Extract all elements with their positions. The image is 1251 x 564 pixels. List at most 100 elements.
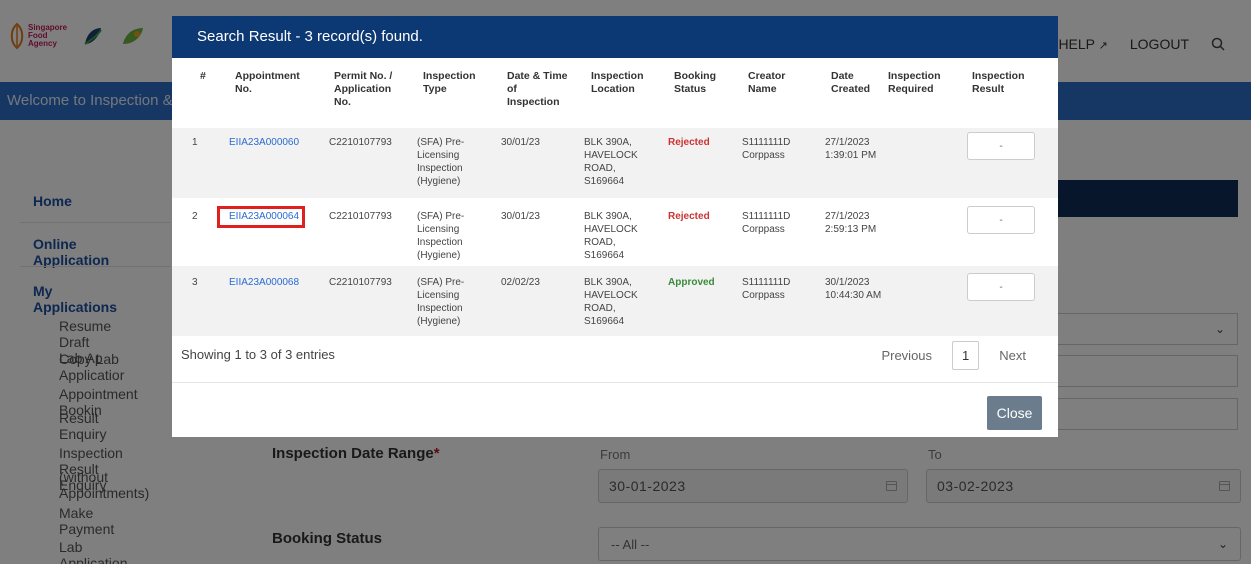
type-line: Inspection: [417, 237, 463, 248]
column-header-inspection-result[interactable]: Inspection Result: [972, 70, 1025, 96]
row-number: 3: [192, 277, 198, 288]
row-number: 2: [192, 211, 198, 222]
creator-line: Corppass: [742, 224, 785, 235]
creator-line: S1111111D: [742, 277, 791, 288]
creator-line: Corppass: [742, 150, 785, 161]
status-badge: Rejected: [668, 137, 710, 148]
previous-page-button[interactable]: Previous: [871, 341, 942, 370]
column-header-creator-name[interactable]: Creator Name: [748, 70, 785, 96]
header-line: Status: [674, 83, 707, 95]
header-line: Booking: [674, 70, 716, 82]
creator-name: S1111111D Corppass: [742, 276, 790, 302]
inspection-date: 02/02/23: [501, 277, 540, 288]
column-header-number: #: [200, 70, 206, 83]
modal-divider: [172, 382, 1058, 383]
appointment-link[interactable]: EIIA23A000068: [229, 276, 299, 289]
header-line: Inspection: [972, 70, 1025, 82]
creator-line: Corppass: [742, 290, 785, 301]
close-button[interactable]: Close: [987, 396, 1042, 430]
header-line: Appointment: [235, 70, 300, 82]
inspection-location: BLK 390A, HAVELOCK ROAD, S169664: [584, 136, 638, 188]
appointment-link[interactable]: EIIA23A000060: [229, 136, 299, 149]
row-number: 1: [192, 137, 198, 148]
header-line: Permit No. /: [334, 70, 393, 82]
header-line: Creator: [748, 70, 786, 82]
column-header-inspection-required[interactable]: Inspection Required: [888, 70, 941, 96]
type-line: Licensing: [417, 150, 460, 161]
column-header-inspection-type[interactable]: Inspection Type: [423, 70, 476, 96]
header-line: #: [200, 70, 206, 82]
location-line: ROAD,: [584, 163, 616, 174]
creator-name: S1111111D Corppass: [742, 136, 790, 162]
status-badge: Rejected: [668, 211, 710, 222]
header-line: Created: [831, 83, 871, 95]
date-created: 30/1/2023 10:44:30 AM: [825, 276, 881, 302]
location-line: S169664: [584, 316, 625, 327]
location-line: ROAD,: [584, 237, 616, 248]
created-line: 1:39:01 PM: [825, 150, 877, 161]
header-line: Name: [748, 83, 777, 95]
header-line: Type: [423, 83, 447, 95]
column-header-date-created[interactable]: Date Created: [831, 70, 870, 96]
header-line: Inspection: [591, 70, 644, 82]
date-created: 27/1/2023 2:59:13 PM: [825, 210, 876, 236]
header-line: Location: [591, 83, 635, 95]
permit-no: C2210107793: [329, 211, 392, 222]
inspection-type: (SFA) Pre- Licensing Inspection (Hygiene): [417, 210, 464, 262]
type-line: (Hygiene): [417, 176, 461, 187]
column-header-booking-status[interactable]: Booking Status: [674, 70, 716, 96]
creator-line: S1111111D: [742, 137, 791, 148]
type-line: (SFA) Pre-: [417, 277, 465, 288]
table-row: 2 EIIA23A000064 C2210107793 (SFA) Pre- Li…: [172, 198, 1058, 268]
type-line: (Hygiene): [417, 250, 461, 261]
header-line: Inspection: [423, 70, 476, 82]
header-line: Inspection: [507, 96, 560, 108]
creator-line: S1111111D: [742, 211, 791, 222]
created-line: 30/1/2023: [825, 277, 870, 288]
location-line: HAVELOCK: [584, 224, 638, 235]
column-header-appointment-no[interactable]: Appointment No.: [235, 70, 300, 96]
type-line: Licensing: [417, 290, 460, 301]
header-line: Result: [972, 83, 1005, 95]
location-line: HAVELOCK: [584, 150, 638, 161]
column-header-permit-no[interactable]: Permit No. / Application No.: [334, 70, 392, 109]
page-1-button[interactable]: 1: [952, 341, 980, 370]
next-page-button[interactable]: Next: [989, 341, 1036, 370]
inspection-result-field[interactable]: -: [967, 132, 1035, 160]
inspection-location: BLK 390A, HAVELOCK ROAD, S169664: [584, 276, 638, 328]
inspection-type: (SFA) Pre- Licensing Inspection (Hygiene): [417, 276, 464, 328]
header-line: Date & Time: [507, 70, 568, 82]
location-line: ROAD,: [584, 303, 616, 314]
created-line: 10:44:30 AM: [825, 290, 882, 301]
table-row: 1 EIIA23A000060 C2210107793 (SFA) Pre- Li…: [172, 128, 1058, 198]
type-line: (SFA) Pre-: [417, 211, 465, 222]
pagination: Previous 1 Next: [871, 341, 1036, 370]
location-line: BLK 390A,: [584, 137, 632, 148]
inspection-result-field[interactable]: -: [967, 206, 1035, 234]
header-line: Inspection: [888, 70, 941, 82]
inspection-date: 30/01/23: [501, 211, 540, 222]
table-row: 3 EIIA23A000068 C2210107793 (SFA) Pre- Li…: [172, 266, 1058, 336]
location-line: BLK 390A,: [584, 211, 632, 222]
location-line: S169664: [584, 176, 625, 187]
type-line: Inspection: [417, 303, 463, 314]
inspection-result-field[interactable]: -: [967, 273, 1035, 301]
inspection-type: (SFA) Pre- Licensing Inspection (Hygiene): [417, 136, 464, 188]
type-line: Licensing: [417, 224, 460, 235]
type-line: (Hygiene): [417, 316, 461, 327]
location-line: HAVELOCK: [584, 290, 638, 301]
date-created: 27/1/2023 1:39:01 PM: [825, 136, 876, 162]
inspection-location: BLK 390A, HAVELOCK ROAD, S169664: [584, 210, 638, 262]
header-line: of: [507, 83, 517, 95]
inspection-date: 30/01/23: [501, 137, 540, 148]
search-result-modal: Search Result - 3 record(s) found. # App…: [172, 16, 1058, 437]
column-header-date-time[interactable]: Date & Time of Inspection: [507, 70, 568, 109]
column-header-inspection-location[interactable]: Inspection Location: [591, 70, 644, 96]
location-line: S169664: [584, 250, 625, 261]
type-line: (SFA) Pre-: [417, 137, 465, 148]
created-line: 27/1/2023: [825, 137, 870, 148]
permit-no: C2210107793: [329, 277, 392, 288]
header-line: Application: [334, 83, 392, 95]
status-badge: Approved: [668, 277, 715, 288]
permit-no: C2210107793: [329, 137, 392, 148]
